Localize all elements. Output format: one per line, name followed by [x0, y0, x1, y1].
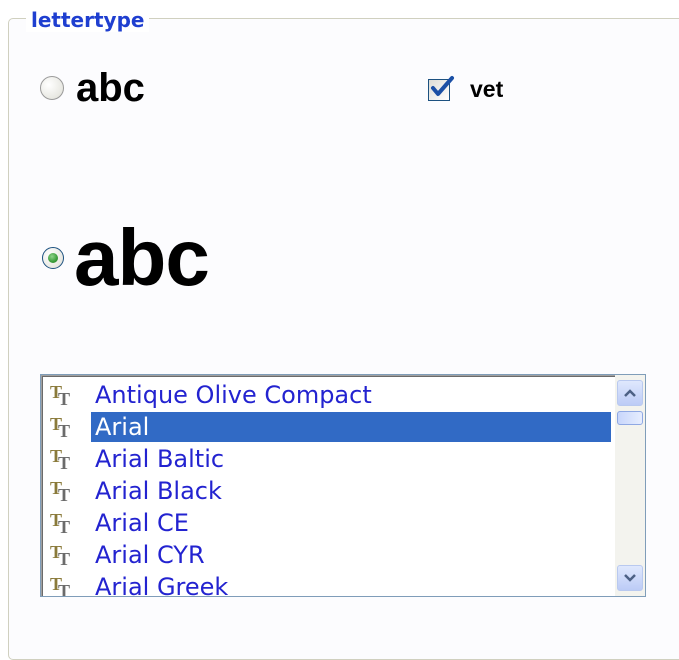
sample-big-label: abc — [74, 213, 210, 302]
scroll-down-button[interactable] — [617, 565, 643, 591]
scroll-up-button[interactable] — [617, 380, 643, 406]
checkmark-icon — [431, 75, 454, 96]
chevron-up-icon — [624, 389, 636, 397]
groupbox-legend: lettertype — [26, 8, 150, 32]
chevron-down-icon — [624, 574, 636, 582]
vertical-scrollbar[interactable] — [615, 375, 645, 596]
font-list-item[interactable]: T T Arial CE — [45, 507, 611, 539]
bold-checkbox-row[interactable]: vet — [428, 75, 504, 103]
truetype-font-icon: TT — [49, 414, 77, 441]
svg-text:T: T — [58, 581, 70, 597]
font-list-item-label: Antique Olive Compact — [95, 381, 372, 409]
font-list-item-label: Arial Baltic — [95, 445, 225, 473]
radio-big[interactable] — [42, 247, 64, 269]
bold-checkbox[interactable] — [428, 75, 454, 101]
svg-text:T: T — [58, 517, 70, 536]
svg-text:T: T — [58, 485, 70, 504]
radio-small[interactable] — [40, 76, 64, 100]
truetype-font-icon: TT — [49, 574, 77, 597]
font-list-item[interactable]: T T Antique Olive Compact — [45, 379, 611, 411]
truetype-font-icon: TT — [49, 382, 77, 409]
font-list: T T Antique Olive Compact T T Arial T T Arial Ba… — [45, 379, 611, 597]
svg-text:T: T — [58, 389, 70, 408]
truetype-font-icon: TT — [49, 446, 77, 473]
font-list-item-label: Arial Greek — [95, 573, 229, 597]
font-listbox[interactable]: T T Antique Olive Compact T T Arial T T Arial Ba… — [40, 374, 646, 597]
svg-text:T: T — [58, 549, 70, 568]
sample-small-label: abc — [76, 66, 145, 110]
font-list-item-label: Arial Black — [95, 477, 222, 505]
truetype-font-icon: TT — [49, 542, 77, 569]
scroll-thumb[interactable] — [617, 411, 643, 425]
font-list-item[interactable]: T T Arial — [45, 411, 611, 443]
bold-checkbox-label: vet — [470, 76, 504, 102]
radio-selected-dot-icon — [48, 253, 58, 263]
radio-row-small[interactable]: abc — [40, 68, 145, 108]
font-list-item-label: Arial CE — [95, 509, 189, 537]
svg-text:T: T — [58, 421, 70, 440]
font-list-item[interactable]: T T Arial Black — [45, 475, 611, 507]
truetype-font-icon: TT — [49, 478, 77, 505]
font-list-item[interactable]: T T Arial Greek — [45, 571, 611, 597]
font-list-item-label: Arial CYR — [95, 541, 205, 569]
font-list-item[interactable]: T T Arial CYR — [45, 539, 611, 571]
radio-row-big[interactable]: abc — [42, 213, 210, 302]
font-list-item[interactable]: T T Arial Baltic — [45, 443, 611, 475]
truetype-font-icon: TT — [49, 510, 77, 537]
font-list-item-label: Arial — [91, 412, 611, 442]
svg-text:T: T — [58, 453, 70, 472]
